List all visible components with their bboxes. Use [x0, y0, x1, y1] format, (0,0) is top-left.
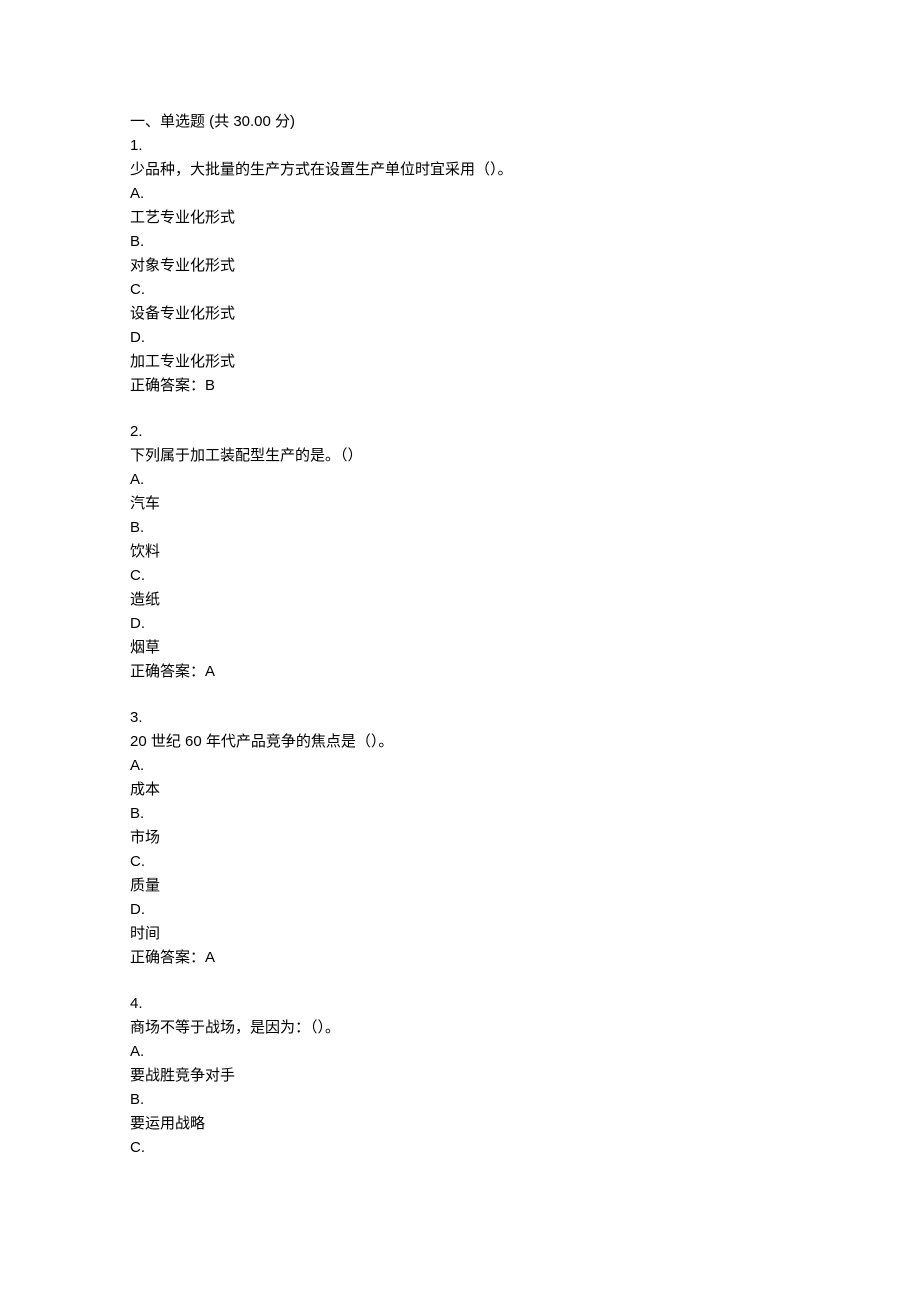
answer-line: 正确答案：A — [130, 946, 790, 970]
option-letter-d: D. — [130, 612, 790, 636]
option-text-b: 市场 — [130, 826, 790, 850]
option-text-a: 成本 — [130, 778, 790, 802]
option-letter-a: A. — [130, 1040, 790, 1064]
question-stem: 少品种，大批量的生产方式在设置生产单位时宜采用（）。 — [130, 158, 790, 182]
question-stem: 20 世纪 60 年代产品竞争的焦点是（）。 — [130, 730, 790, 754]
option-text-b: 饮料 — [130, 540, 790, 564]
question-number: 1. — [130, 134, 790, 158]
option-text-b: 对象专业化形式 — [130, 254, 790, 278]
option-letter-d: D. — [130, 898, 790, 922]
option-text-a: 工艺专业化形式 — [130, 206, 790, 230]
option-letter-a: A. — [130, 468, 790, 492]
question-number: 3. — [130, 706, 790, 730]
answer-value: A — [205, 663, 215, 680]
answer-label: 正确答案： — [130, 663, 205, 680]
question-4: 4. 商场不等于战场，是因为：（）。 A. 要战胜竞争对手 B. 要运用战略 C… — [130, 992, 790, 1160]
option-letter-d: D. — [130, 326, 790, 350]
option-letter-b: B. — [130, 230, 790, 254]
answer-value: A — [205, 949, 215, 966]
question-2: 2. 下列属于加工装配型生产的是。（） A. 汽车 B. 饮料 C. 造纸 D.… — [130, 420, 790, 684]
option-text-c: 质量 — [130, 874, 790, 898]
question-stem: 商场不等于战场，是因为：（）。 — [130, 1016, 790, 1040]
section-title: 一、单选题 (共 30.00 分) — [130, 110, 790, 134]
option-letter-c: C. — [130, 850, 790, 874]
answer-line: 正确答案：B — [130, 374, 790, 398]
option-text-c: 造纸 — [130, 588, 790, 612]
answer-value: B — [205, 377, 215, 394]
option-text-a: 汽车 — [130, 492, 790, 516]
option-text-d: 时间 — [130, 922, 790, 946]
question-stem: 下列属于加工装配型生产的是。（） — [130, 444, 790, 468]
answer-label: 正确答案： — [130, 377, 205, 394]
option-text-d: 加工专业化形式 — [130, 350, 790, 374]
option-text-b: 要运用战略 — [130, 1112, 790, 1136]
question-1: 1. 少品种，大批量的生产方式在设置生产单位时宜采用（）。 A. 工艺专业化形式… — [130, 134, 790, 398]
option-letter-c: C. — [130, 278, 790, 302]
question-number: 4. — [130, 992, 790, 1016]
option-text-c: 设备专业化形式 — [130, 302, 790, 326]
option-letter-a: A. — [130, 754, 790, 778]
option-letter-c: C. — [130, 564, 790, 588]
option-letter-c: C. — [130, 1136, 790, 1160]
option-letter-a: A. — [130, 182, 790, 206]
question-3: 3. 20 世纪 60 年代产品竞争的焦点是（）。 A. 成本 B. 市场 C.… — [130, 706, 790, 970]
answer-label: 正确答案： — [130, 949, 205, 966]
option-letter-b: B. — [130, 802, 790, 826]
option-letter-b: B. — [130, 1088, 790, 1112]
document-page: 一、单选题 (共 30.00 分) 1. 少品种，大批量的生产方式在设置生产单位… — [130, 110, 790, 1160]
question-number: 2. — [130, 420, 790, 444]
answer-line: 正确答案：A — [130, 660, 790, 684]
option-letter-b: B. — [130, 516, 790, 540]
option-text-d: 烟草 — [130, 636, 790, 660]
option-text-a: 要战胜竞争对手 — [130, 1064, 790, 1088]
